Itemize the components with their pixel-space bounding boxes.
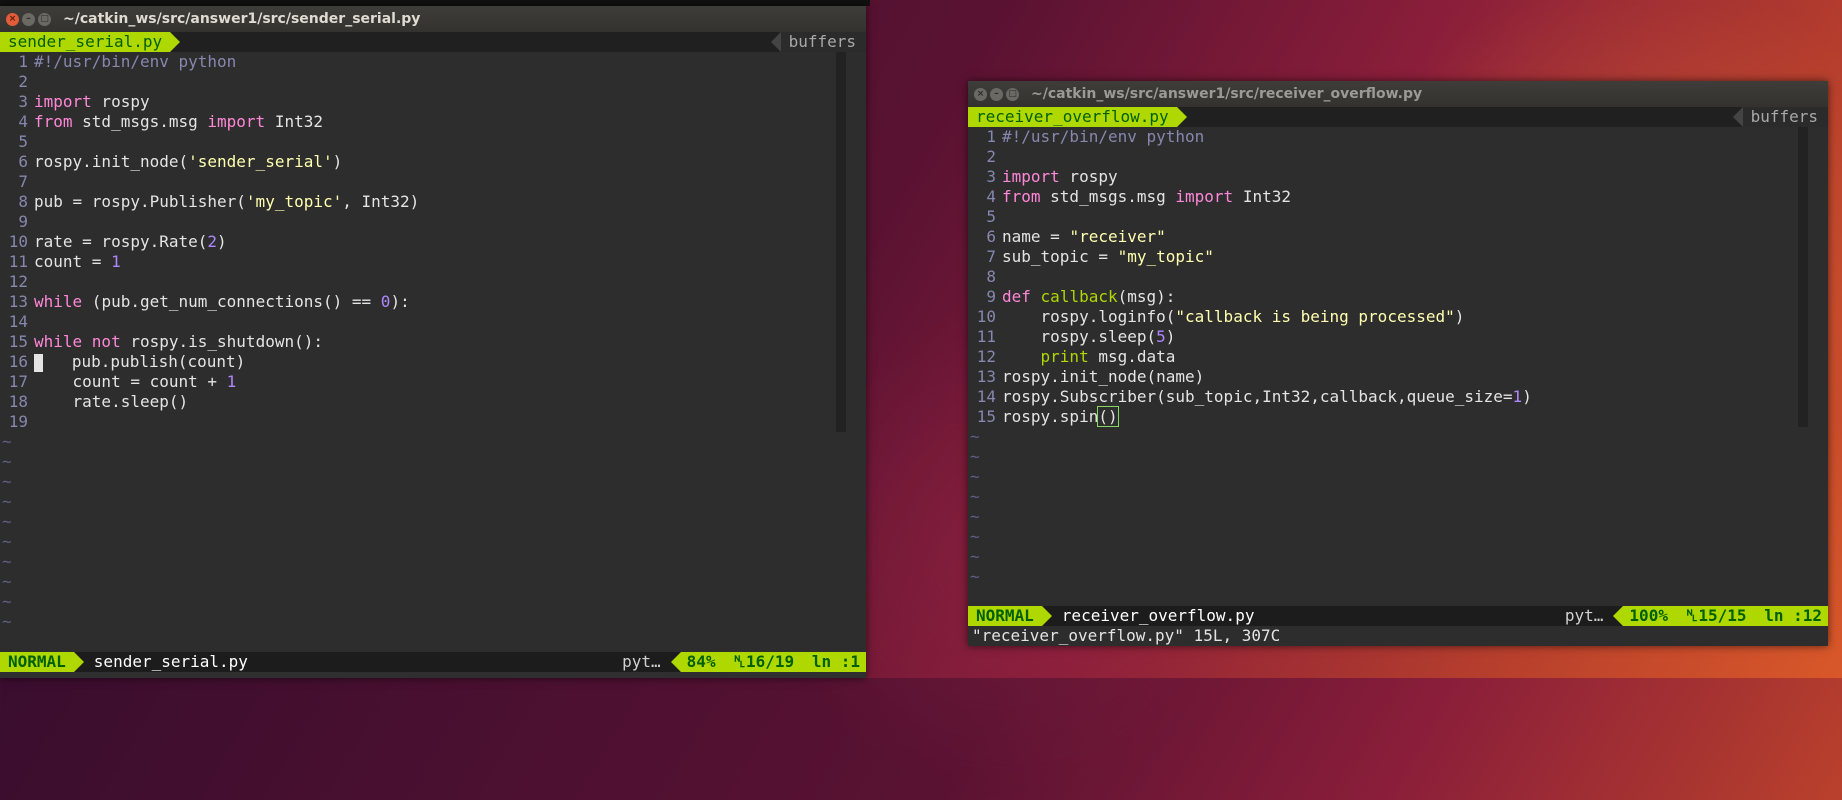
code-line[interactable]: 7 (0, 172, 866, 192)
code-line[interactable]: 9 (0, 212, 866, 232)
code-line[interactable]: 1 #!/usr/bin/env python (0, 52, 866, 72)
code-line[interactable]: 13 while (pub.get_num_connections() == 0)… (0, 292, 866, 312)
code-line[interactable]: 6 name = "receiver" (968, 227, 1828, 247)
code-editor[interactable]: 1 #!/usr/bin/env python 2 3 import rospy 4… (968, 127, 1828, 606)
buffers-label: buffers (1742, 107, 1828, 127)
code-line[interactable]: 19 (0, 412, 866, 432)
status-filetype: pyt… (1564, 606, 1604, 625)
receiver-overflow-vim-window[interactable]: × – □ ~/catkin_ws/src/answer1/src/receiv… (968, 81, 1828, 646)
status-position: 84% ␤16/19 ln :1 (680, 652, 866, 672)
code-line[interactable]: 13 rospy.init_node(name) (968, 367, 1828, 387)
tab-separator-icon (1176, 107, 1187, 127)
code-line[interactable]: 15 while not rospy.is_shutdown(): (0, 332, 866, 352)
position-separator-icon (670, 652, 681, 672)
vim-tabline: sender_serial.py buffers (0, 32, 866, 52)
tab-separator-icon (170, 32, 181, 52)
code-line[interactable]: 12 (0, 272, 866, 292)
sender-serial-vim-window[interactable]: × – □ ~/catkin_ws/src/answer1/src/sender… (0, 6, 866, 678)
code-line[interactable]: 10 rospy.loginfo("callback is being proc… (968, 307, 1828, 327)
code-line[interactable]: 3 import rospy (0, 92, 866, 112)
code-line[interactable]: 11 count = 1 (0, 252, 866, 272)
editor-scrollbar[interactable] (1798, 127, 1808, 427)
code-line[interactable]: 12 print msg.data (968, 347, 1828, 367)
status-filetype: pyt… (622, 652, 661, 671)
empty-line-marker: ~ (2, 552, 12, 571)
vim-statusline: NORMAL sender_serial.py pyt… 84% ␤16/19 … (0, 652, 866, 672)
code-line[interactable]: 14 (0, 312, 866, 332)
maximize-window-icon[interactable]: □ (1006, 87, 1019, 101)
mode-indicator: NORMAL (968, 606, 1042, 626)
code-line[interactable]: 15 rospy.spin() (968, 406, 1828, 427)
empty-line-marker: ~ (2, 452, 12, 471)
empty-line-marker: ~ (970, 507, 980, 526)
tab-sender-serial[interactable]: sender_serial.py (0, 32, 171, 52)
code-line[interactable]: 5 (968, 207, 1828, 227)
code-line[interactable]: 16 pub.publish(count) (0, 352, 866, 372)
window-title: ~/catkin_ws/src/answer1/src/sender_seria… (63, 11, 421, 27)
code-line[interactable]: 11 rospy.sleep(5) (968, 327, 1828, 347)
code-line[interactable]: 1 #!/usr/bin/env python (968, 127, 1828, 147)
code-line[interactable]: 17 count = count + 1 (0, 372, 866, 392)
maximize-window-icon[interactable]: □ (38, 12, 51, 26)
minimize-window-icon[interactable]: – (990, 87, 1003, 101)
code-line[interactable]: 6 rospy.init_node('sender_serial') (0, 152, 866, 172)
empty-line-marker: ~ (970, 427, 980, 446)
code-line[interactable]: 7 sub_topic = "my_topic" (968, 247, 1828, 267)
editor-scrollbar[interactable] (836, 52, 846, 432)
code-line[interactable]: 5 (0, 132, 866, 152)
status-position: 100% ␤15/15 ln :12 (1623, 606, 1828, 626)
empty-line-marker: ~ (2, 472, 12, 491)
code-line[interactable]: 18 rate.sleep() (0, 392, 866, 412)
window-title: ~/catkin_ws/src/answer1/src/receiver_ove… (1031, 86, 1423, 102)
empty-line-marker: ~ (2, 532, 12, 551)
empty-line-marker: ~ (2, 432, 12, 451)
status-filename: sender_serial.py (93, 652, 248, 671)
empty-line-marker: ~ (970, 487, 980, 506)
code-line[interactable]: 8 (968, 267, 1828, 287)
empty-line-marker: ~ (970, 567, 980, 586)
tab-receiver-overflow[interactable]: receiver_overflow.py (968, 107, 1177, 127)
position-separator-icon (1613, 606, 1624, 626)
code-editor[interactable]: 1 #!/usr/bin/env python 2 3 import rospy 4… (0, 52, 866, 652)
empty-line-marker: ~ (2, 512, 12, 531)
empty-line-marker: ~ (2, 592, 12, 611)
window-titlebar[interactable]: × – □ ~/catkin_ws/src/answer1/src/sender… (0, 6, 866, 32)
code-line[interactable]: 9 def callback(msg): (968, 287, 1828, 307)
empty-line-marker: ~ (2, 572, 12, 591)
vim-command-line[interactable]: "receiver_overflow.py" 15L, 307C (968, 626, 1828, 646)
vim-tabline: receiver_overflow.py buffers (968, 107, 1828, 127)
empty-line-marker: ~ (2, 612, 12, 631)
code-line[interactable]: 3 import rospy (968, 167, 1828, 187)
close-window-icon[interactable]: × (6, 12, 19, 26)
empty-line-marker: ~ (970, 447, 980, 466)
code-line[interactable]: 2 (0, 72, 866, 92)
empty-line-marker: ~ (970, 527, 980, 546)
mode-indicator: NORMAL (0, 652, 74, 672)
empty-line-marker: ~ (970, 547, 980, 566)
empty-line-marker: ~ (2, 492, 12, 511)
code-line[interactable]: 4 from std_msgs.msg import Int32 (0, 112, 866, 132)
code-line[interactable]: 2 (968, 147, 1828, 167)
mode-separator-icon (73, 652, 84, 672)
empty-line-marker: ~ (970, 467, 980, 486)
buffers-separator-icon (1732, 107, 1743, 127)
code-line[interactable]: 10 rate = rospy.Rate(2) (0, 232, 866, 252)
mode-separator-icon (1041, 606, 1052, 626)
text-cursor (34, 353, 43, 372)
vim-statusline: NORMAL receiver_overflow.py pyt… 100% ␤1… (968, 606, 1828, 626)
code-line[interactable]: 4 from std_msgs.msg import Int32 (968, 187, 1828, 207)
buffers-separator-icon (770, 32, 781, 52)
code-line[interactable]: 8 pub = rospy.Publisher('my_topic', Int32… (0, 192, 866, 212)
matched-bracket: () (1097, 406, 1119, 427)
status-filename: receiver_overflow.py (1061, 606, 1255, 625)
window-titlebar[interactable]: × – □ ~/catkin_ws/src/answer1/src/receiv… (968, 81, 1828, 107)
buffers-label: buffers (780, 32, 866, 52)
minimize-window-icon[interactable]: – (22, 12, 35, 26)
code-line[interactable]: 14 rospy.Subscriber(sub_topic,Int32,callb… (968, 387, 1828, 407)
close-window-icon[interactable]: × (974, 87, 987, 101)
